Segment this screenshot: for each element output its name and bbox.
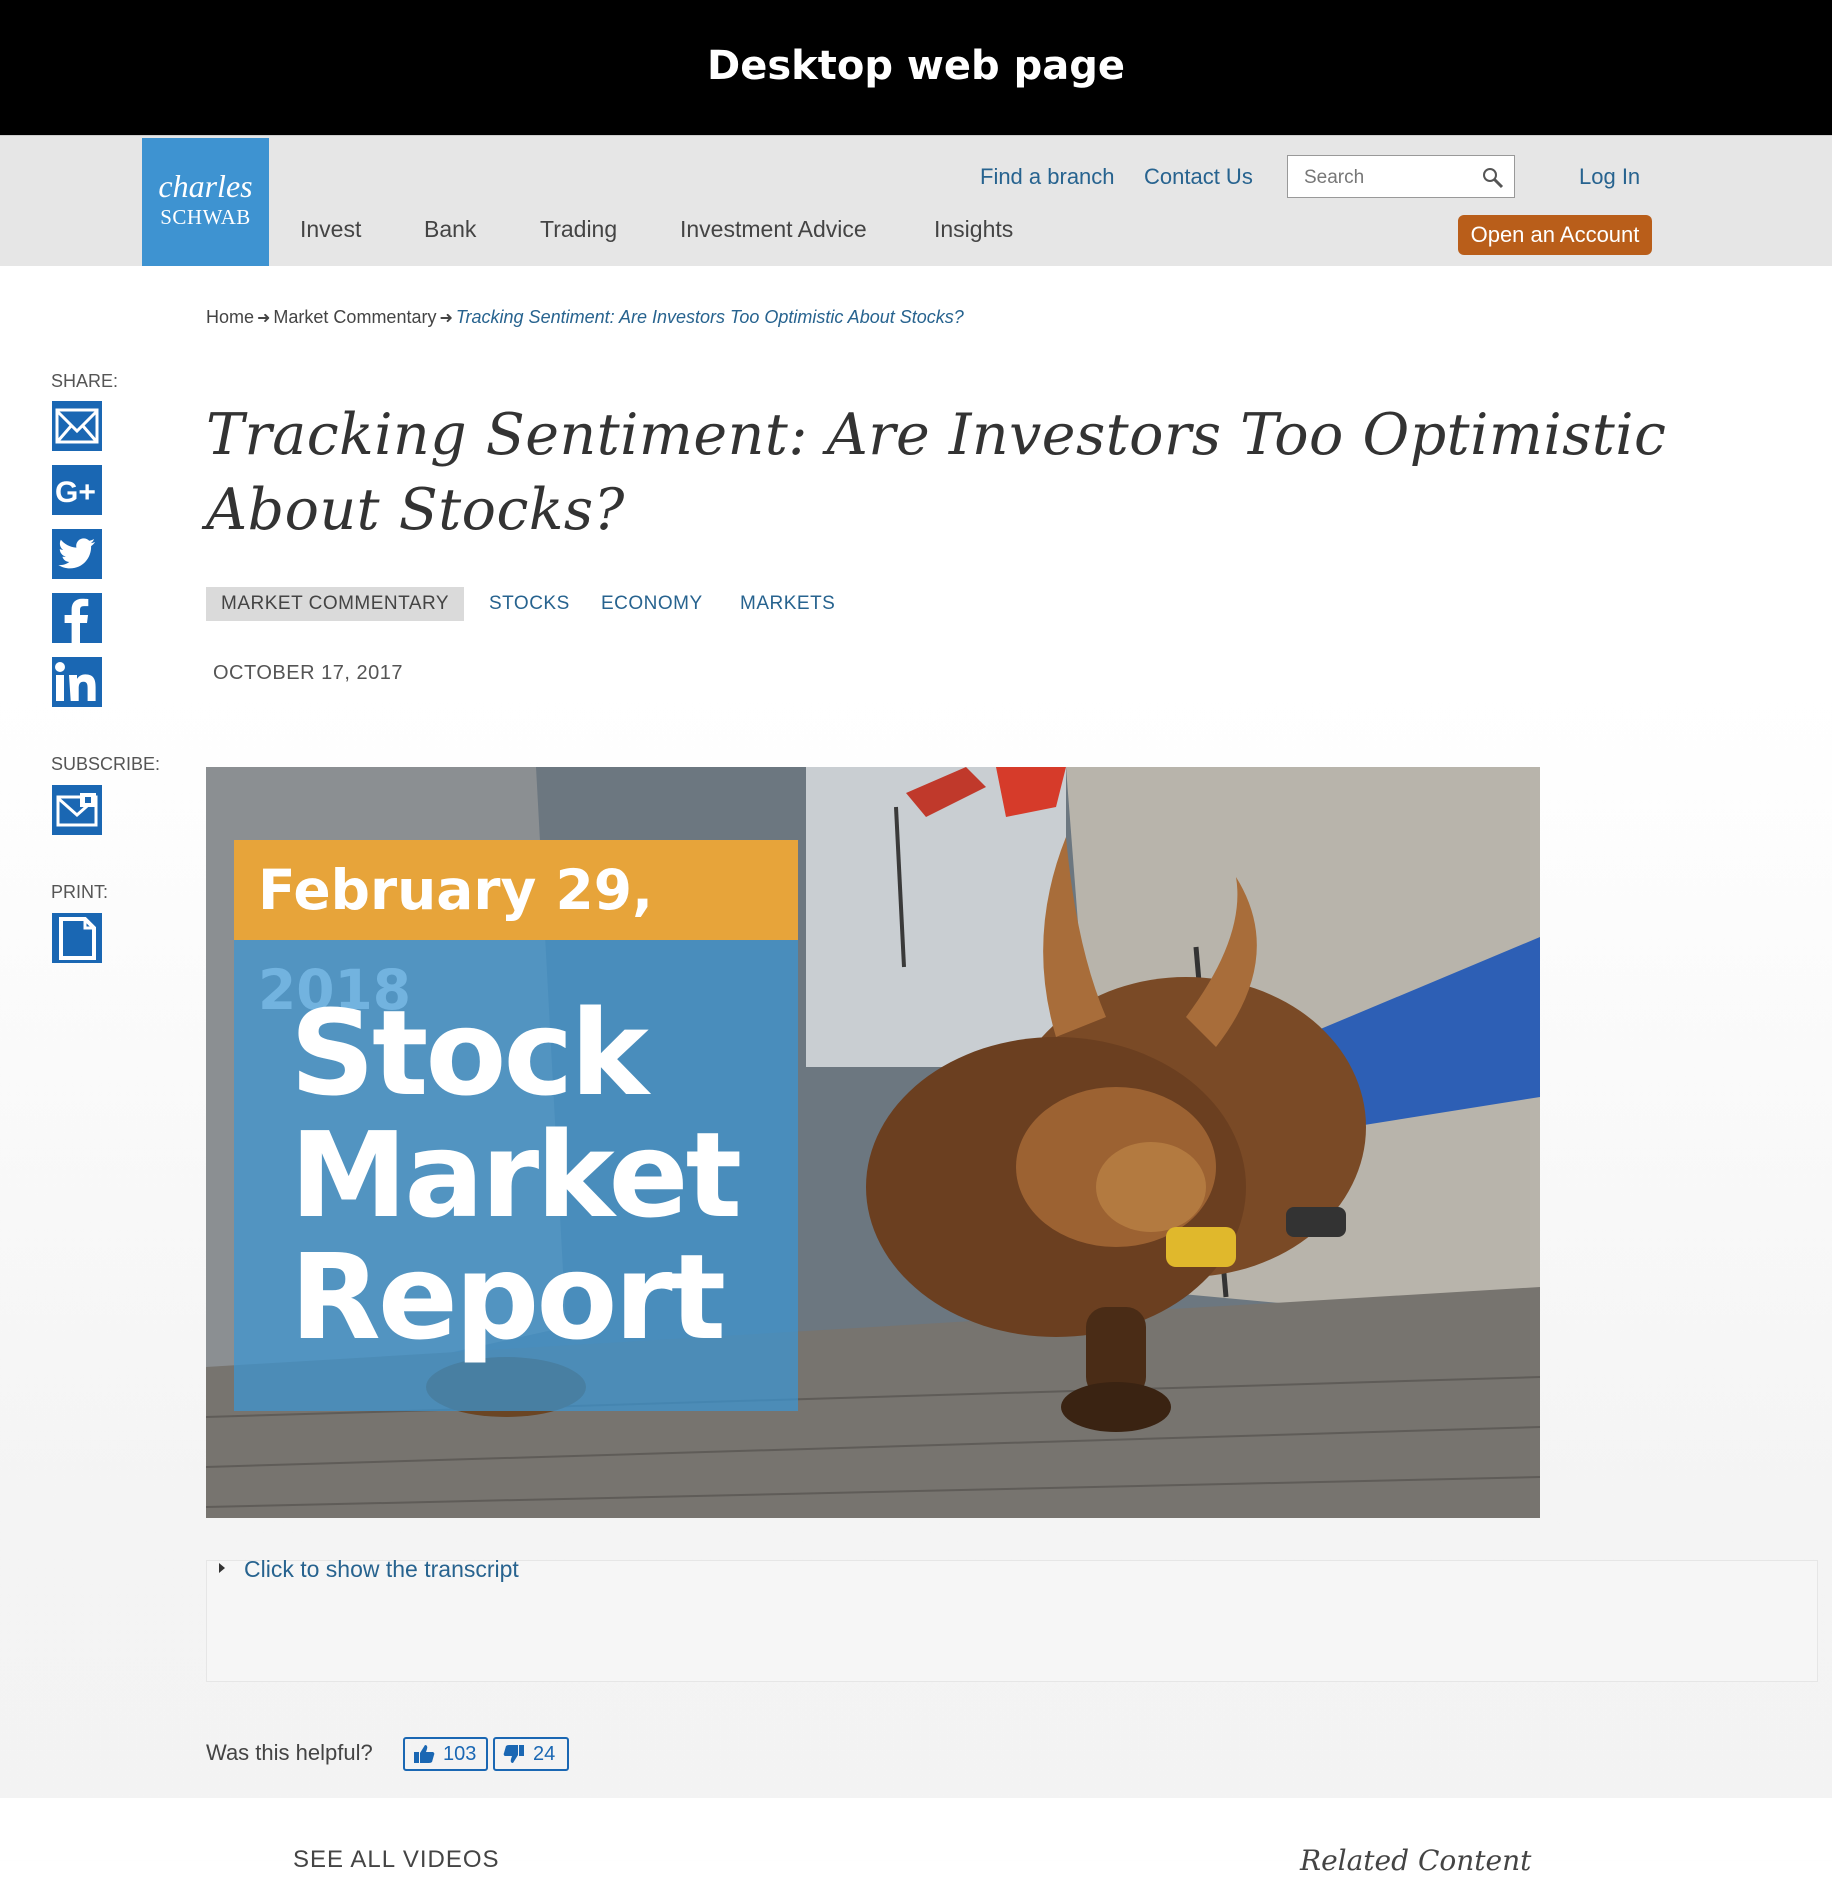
twitter-icon[interactable] [52,529,102,579]
article-date: OCTOBER 17, 2017 [213,662,403,684]
breadcrumb-home[interactable]: Home [206,307,254,327]
google-plus-icon[interactable]: G+ [52,465,102,515]
subscribe-envelope-icon[interactable] [52,785,102,835]
article-title: Tracking Sentiment: Are Investors Too Op… [206,402,1667,543]
related-content-heading: Related Content [1300,1844,1532,1877]
arrow-right-icon: ➜ [439,310,453,327]
search-input[interactable] [1302,164,1486,192]
nav-trading[interactable]: Trading [540,216,617,243]
log-in-link[interactable]: Log In [1579,164,1640,190]
hero-title-line1: Stock [290,984,649,1122]
breadcrumb-section[interactable]: Market Commentary [273,307,436,327]
video-thumbnail[interactable]: February 29, 2018 Stock Market Report [206,767,1540,1518]
breadcrumb: Home ➜ Market Commentary ➜ Tracking Sentimen… [206,307,964,328]
breadcrumb-current: Tracking Sentiment: Are Investors Too Op… [455,307,964,327]
site-header: charles SCHWAB Invest Bank Trading Inves… [0,135,1832,266]
nav-insights[interactable]: Insights [934,216,1013,243]
tag-economy[interactable]: ECONOMY [601,587,703,621]
transcript-toggle-label: Click to show the transcript [244,1556,519,1582]
open-account-button[interactable]: Open an Account [1458,215,1652,255]
footer-strip [0,1798,1832,1860]
subscribe-label: SUBSCRIBE: [51,754,161,774]
show-transcript-toggle[interactable]: Click to show the transcript [219,1556,519,1583]
facebook-icon[interactable] [52,593,102,643]
see-all-videos-link[interactable]: SEE ALL VIDEOS [293,1846,500,1874]
nav-bank[interactable]: Bank [424,216,476,243]
hero-title-line3: Report [290,1228,726,1366]
thumbs-down-icon [503,1745,524,1763]
search-icon[interactable] [1482,167,1504,194]
thumbs-down-button[interactable]: 24 [493,1737,569,1771]
thumbs-up-count: 103 [443,1743,477,1765]
logo-line1: charles [158,168,253,204]
thumbs-down-count: 24 [533,1743,556,1765]
hero-title-line2: Market [290,1106,742,1244]
tag-markets[interactable]: MARKETS [740,587,835,621]
logo-line2: SCHWAB [160,205,251,229]
hero-date: February 29, 2018 [234,840,798,1022]
linkedin-icon[interactable] [52,657,102,707]
hero-title: Stock Market Report [290,992,790,1358]
tag-market-commentary[interactable]: MARKET COMMENTARY [206,587,465,621]
search-box [1287,155,1515,198]
contact-us-link[interactable]: Contact Us [1144,164,1253,190]
nav-investment-advice[interactable]: Investment Advice [680,216,867,243]
banner-title: Desktop web page [0,0,1832,135]
thumbs-up-icon [414,1745,435,1763]
print-label: PRINT: [51,882,109,902]
email-icon[interactable] [52,401,102,451]
tag-stocks[interactable]: STOCKS [489,587,570,621]
arrow-right-icon: ➜ [257,310,271,327]
svg-text:G+: G+ [55,476,96,509]
share-label: SHARE: [51,371,119,391]
print-icon[interactable] [52,913,102,963]
caret-right-icon [219,1563,225,1573]
charles-schwab-logo[interactable]: charles SCHWAB [142,138,269,266]
helpful-question: Was this helpful? [206,1740,373,1765]
thumbs-up-button[interactable]: 103 [403,1737,488,1771]
nav-invest[interactable]: Invest [300,216,361,243]
find-branch-link[interactable]: Find a branch [980,164,1115,190]
